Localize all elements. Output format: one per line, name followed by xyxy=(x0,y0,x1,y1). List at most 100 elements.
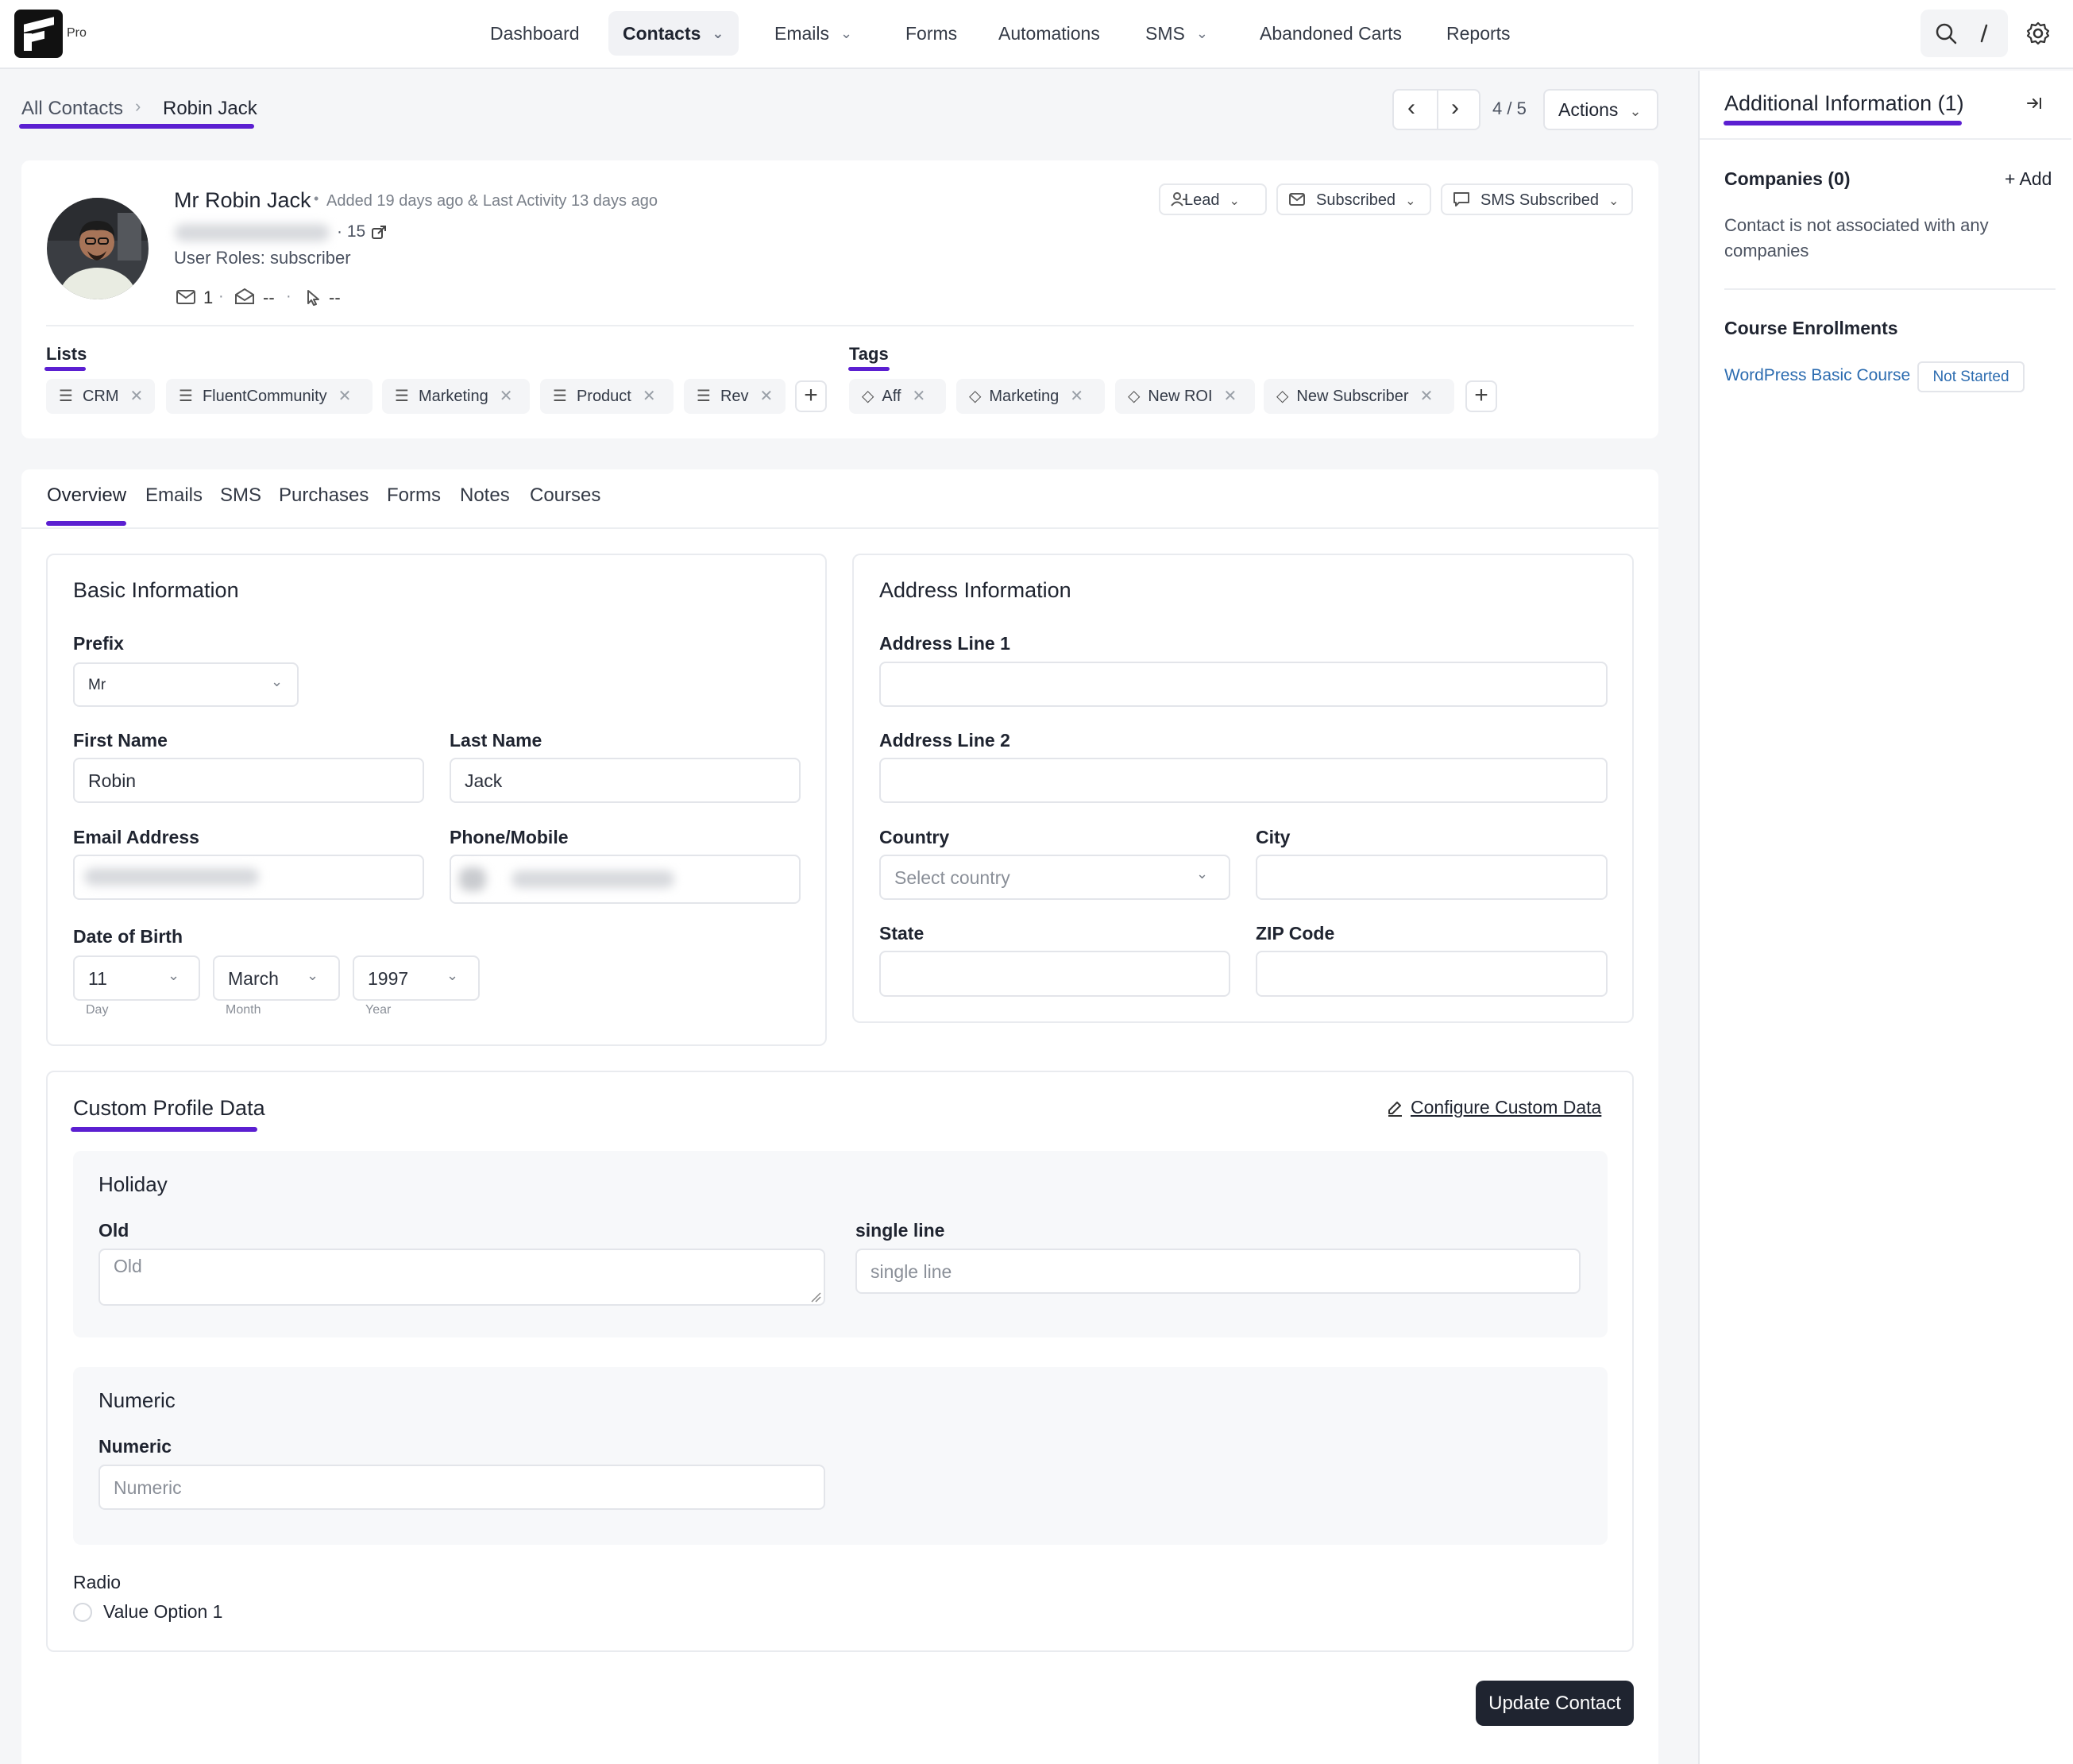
first-name-label: First Name xyxy=(73,730,168,751)
tab-sms[interactable]: SMS xyxy=(220,484,261,507)
update-contact-label: Update Contact xyxy=(1488,1693,1621,1714)
contact-id: · 15 xyxy=(337,222,366,241)
country-select[interactable]: Select country xyxy=(879,855,1230,900)
course-link[interactable]: WordPress Basic Course xyxy=(1724,366,1910,385)
last-name-input[interactable]: Jack xyxy=(450,758,801,803)
close-icon[interactable]: ✕ xyxy=(1420,388,1434,405)
nav-contacts[interactable]: Contacts ⌄ xyxy=(608,11,739,56)
list-chip-label: Marketing xyxy=(418,388,488,405)
add-list-button[interactable]: + xyxy=(795,380,827,412)
close-icon[interactable]: ✕ xyxy=(643,388,656,405)
close-icon[interactable]: ✕ xyxy=(912,388,925,405)
address-line1-input[interactable] xyxy=(879,662,1608,707)
dob-month-select[interactable]: March xyxy=(213,955,340,1001)
add-tag-button[interactable]: + xyxy=(1465,380,1497,412)
tag-chip-label: New ROI xyxy=(1148,388,1213,405)
zip-label: ZIP Code xyxy=(1256,923,1335,944)
add-company-button[interactable]: + Add xyxy=(2005,168,2052,190)
list-chip-crm: ☰ CRM ✕ xyxy=(46,379,155,414)
list-chip-rev: ☰ Rev ✕ xyxy=(684,379,786,414)
dob-day-select[interactable]: 11 xyxy=(73,955,200,1001)
holiday-group xyxy=(73,1151,1608,1337)
companies-empty-line1: Contact is not associated with any xyxy=(1724,215,1989,235)
external-link-icon[interactable] xyxy=(371,225,387,241)
actions-dropdown[interactable]: Actions ⌄ xyxy=(1543,89,1658,130)
dob-year-select[interactable]: 1997 xyxy=(353,955,480,1001)
old-placeholder: Old xyxy=(114,1256,142,1276)
tag-chip-label: Marketing xyxy=(989,388,1060,405)
pager-nav: ‹ › xyxy=(1392,89,1480,130)
chevron-left-icon[interactable]: ‹ xyxy=(1407,95,1415,122)
first-name-input[interactable]: Robin xyxy=(73,758,424,803)
stat-dot: · xyxy=(218,288,224,305)
tab-emails[interactable]: Emails xyxy=(145,484,203,507)
active-tab-underline xyxy=(46,521,126,526)
course-status-badge: Not Started xyxy=(1917,361,2025,392)
nav-automations[interactable]: Automations xyxy=(984,11,1114,56)
radio-label: Radio xyxy=(73,1572,122,1592)
close-icon[interactable]: ✕ xyxy=(760,388,774,405)
state-label: State xyxy=(879,923,925,944)
radio-option-1-label[interactable]: Value Option 1 xyxy=(103,1601,222,1623)
search-icon[interactable] xyxy=(1935,22,1957,44)
tab-courses[interactable]: Courses xyxy=(530,484,600,507)
list-icon: ☰ xyxy=(59,388,73,405)
companies-empty-line2: companies xyxy=(1724,241,1809,261)
resize-handle-icon[interactable] xyxy=(810,1291,821,1303)
tab-forms[interactable]: Forms xyxy=(387,484,441,507)
prefix-select[interactable]: Mr xyxy=(73,662,299,707)
tab-overview[interactable]: Overview xyxy=(47,484,126,507)
chevron-down-icon: ⌄ xyxy=(1195,25,1208,41)
tag-chip-label: Aff xyxy=(882,388,901,405)
close-icon[interactable]: ✕ xyxy=(129,388,143,405)
dob-day-value: 11 xyxy=(88,968,107,989)
meta-dot: • xyxy=(314,191,319,207)
dob-label: Date of Birth xyxy=(73,926,183,947)
dob-month-value: March xyxy=(228,968,279,989)
chevron-right-icon[interactable]: › xyxy=(1451,95,1459,122)
dob-month-hint: Month xyxy=(226,1003,261,1017)
nav-abandoned-carts[interactable]: Abandoned Carts xyxy=(1245,11,1416,56)
address-line2-input[interactable] xyxy=(879,758,1608,803)
tag-icon: ◇ xyxy=(1128,388,1141,405)
tag-chip-aff: ◇ Aff ✕ xyxy=(849,379,946,414)
close-icon[interactable]: ✕ xyxy=(338,388,352,405)
numeric-input[interactable]: Numeric xyxy=(98,1465,825,1510)
close-icon[interactable]: ✕ xyxy=(1224,388,1237,405)
old-textarea[interactable]: Old xyxy=(98,1249,825,1306)
city-input[interactable] xyxy=(1256,855,1608,900)
search-shortcut-box[interactable] xyxy=(1921,10,2008,57)
sms-status-dropdown[interactable]: SMS Subscribed ⌄ xyxy=(1441,183,1633,215)
panel-header-divider xyxy=(1700,138,2071,140)
blurred-phone-value xyxy=(511,870,674,888)
country-placeholder: Select country xyxy=(894,867,1010,888)
list-chip-label: FluentCommunity xyxy=(202,388,327,405)
nav-forms[interactable]: Forms xyxy=(891,11,971,56)
list-icon: ☰ xyxy=(179,388,193,405)
nav-dashboard[interactable]: Dashboard xyxy=(476,11,594,56)
update-contact-button[interactable]: Update Contact xyxy=(1476,1681,1634,1726)
nav-reports[interactable]: Reports xyxy=(1432,11,1525,56)
configure-custom-data-link[interactable]: Configure Custom Data xyxy=(1411,1097,1601,1118)
close-icon[interactable]: ✕ xyxy=(1070,388,1083,405)
chevron-down-icon: ⌄ xyxy=(1196,866,1209,882)
state-input[interactable] xyxy=(879,951,1230,997)
breadcrumb-all-contacts[interactable]: All Contacts xyxy=(21,98,123,120)
list-chip-label: CRM xyxy=(82,388,119,405)
lead-status-label: Lead xyxy=(1184,191,1220,209)
close-icon[interactable]: ✕ xyxy=(500,388,513,405)
tab-notes[interactable]: Notes xyxy=(460,484,510,507)
gear-icon[interactable] xyxy=(2025,21,2051,46)
zip-input[interactable] xyxy=(1256,951,1608,997)
single-line-input[interactable]: single line xyxy=(855,1249,1581,1294)
tab-purchases[interactable]: Purchases xyxy=(279,484,369,507)
slash-shortcut-icon xyxy=(1980,24,1988,43)
nav-forms-label: Forms xyxy=(905,23,958,44)
nav-sms[interactable]: SMS ⌄ xyxy=(1131,11,1222,56)
top-navbar: Pro Dashboard Contacts ⌄ Emails ⌄ Forms Au… xyxy=(0,0,2073,69)
nav-emails[interactable]: Emails ⌄ xyxy=(760,11,867,56)
last-name-value: Jack xyxy=(465,770,503,791)
collapse-panel-icon[interactable] xyxy=(2025,95,2043,112)
radio-option-1[interactable] xyxy=(73,1603,92,1622)
app-logo[interactable] xyxy=(14,10,63,58)
